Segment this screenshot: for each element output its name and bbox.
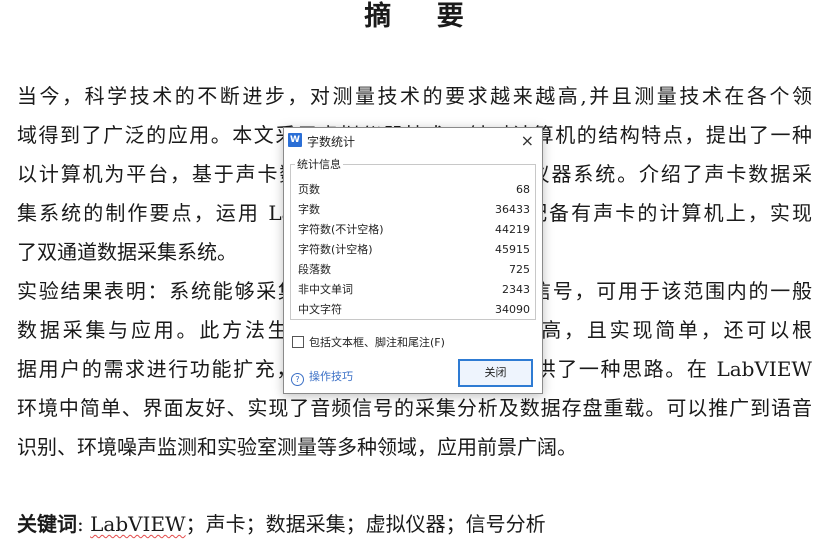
stat-value: 725 bbox=[509, 263, 530, 276]
stat-label: 字符数(不计空格) bbox=[298, 223, 384, 236]
tips-link[interactable]: ? 操作技巧 bbox=[291, 368, 353, 386]
keywords-rest: ；声卡；数据采集；虚拟仪器；信号分析 bbox=[185, 512, 546, 536]
stat-label: 非中文单词 bbox=[298, 283, 353, 296]
stat-chars-no-space: 字符数(不计空格) 44219 bbox=[298, 221, 530, 239]
dialog-titlebar[interactable]: W 字数统计 × bbox=[284, 128, 542, 154]
stat-value: 45915 bbox=[495, 243, 530, 256]
text-line: 识别、环境噪声监测和实验室测量等多种领域，应用前景广阔。 bbox=[17, 435, 577, 459]
stat-value: 2343 bbox=[502, 283, 530, 296]
statistics-group-label: 统计信息 bbox=[295, 156, 343, 172]
stat-label: 字数 bbox=[298, 203, 320, 216]
stat-label: 段落数 bbox=[298, 263, 331, 276]
close-icon[interactable]: × bbox=[521, 131, 534, 150]
close-button[interactable]: 关闭 bbox=[458, 359, 533, 387]
stat-pages: 页数 68 bbox=[298, 181, 530, 199]
stat-value: 36433 bbox=[495, 203, 530, 216]
wps-app-icon: W bbox=[288, 133, 302, 147]
keyword-labview: LabVIEW bbox=[90, 512, 186, 536]
stat-chinese-chars: 中文字符 34090 bbox=[298, 301, 530, 319]
stat-non-chinese-words: 非中文单词 2343 bbox=[298, 281, 530, 299]
stat-label: 中文字符 bbox=[298, 303, 342, 316]
checkbox-label: 包括文本框、脚注和尾注(F) bbox=[309, 336, 445, 349]
word-count-dialog: W 字数统计 × 统计信息 页数 68 字数 36433 字符数(不计空格) 4… bbox=[283, 127, 543, 394]
stat-value: 34090 bbox=[495, 303, 530, 316]
keywords-label: 关键词 bbox=[17, 512, 77, 536]
text-line: 环境中简单、界面友好、实现了音频信号的采集分析及数据存盘重载。可以推广到语音 bbox=[17, 396, 812, 420]
checkbox-box[interactable] bbox=[292, 336, 304, 348]
help-icon: ? bbox=[291, 373, 304, 386]
dialog-title: 字数统计 bbox=[307, 135, 356, 149]
stat-label: 字符数(计空格) bbox=[298, 243, 373, 256]
document-title: 摘 要 bbox=[364, 1, 482, 32]
keywords-colon: : bbox=[77, 512, 84, 536]
text-line: 当今，科学技术的不断进步，对测量技术的要求越来越高,并且测量技术在各个领 bbox=[17, 84, 812, 108]
stat-paragraphs: 段落数 725 bbox=[298, 261, 530, 279]
include-textbox-checkbox[interactable]: 包括文本框、脚注和尾注(F) bbox=[292, 334, 445, 350]
keywords-line: 关键词: LabVIEW；声卡；数据采集；虚拟仪器；信号分析 bbox=[17, 505, 812, 544]
stat-words: 字数 36433 bbox=[298, 201, 530, 219]
tips-link-label: 操作技巧 bbox=[309, 370, 353, 383]
stat-label: 页数 bbox=[298, 183, 320, 196]
stat-chars-with-space: 字符数(计空格) 45915 bbox=[298, 241, 530, 259]
stat-value: 44219 bbox=[495, 223, 530, 236]
stat-value: 68 bbox=[516, 183, 530, 196]
statistics-group: 统计信息 页数 68 字数 36433 字符数(不计空格) 44219 字符数(… bbox=[290, 156, 536, 320]
